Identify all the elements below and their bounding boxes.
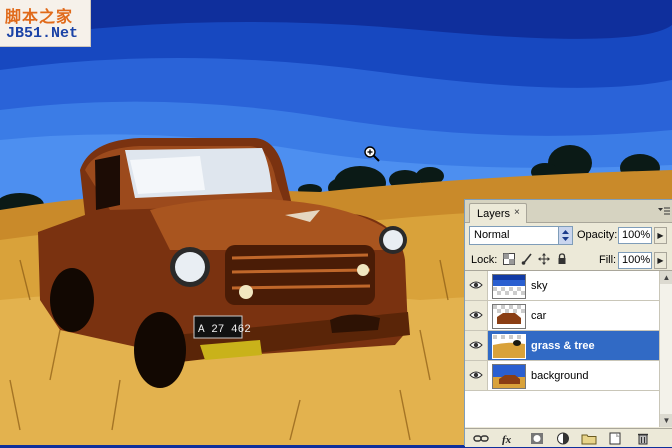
opacity-input[interactable]: 100% [618,227,652,244]
visibility-toggle[interactable] [465,271,488,300]
opacity-label: Opacity: [577,229,618,241]
layer-thumbnail-grass-tree [492,334,526,359]
visibility-toggle[interactable] [465,301,488,330]
svg-text:fx: fx [502,434,512,445]
zoom-cursor-icon [364,146,380,162]
adjustment-layer-icon[interactable] [555,432,571,445]
trash-delete-layer-icon[interactable] [635,432,651,445]
layer-thumbnail-background [492,364,526,389]
watermark-chinese-text: 脚本之家 [5,7,74,26]
eye-icon [469,311,483,319]
layer-row-car[interactable]: car [465,301,659,331]
visibility-toggle[interactable] [465,331,488,360]
lock-position-move-icon[interactable] [538,253,550,265]
layer-row-background[interactable]: background [465,361,659,391]
layers-panel: Layers × Normal Opacity: 100% ▶ Lock: Fi… [464,199,672,447]
lock-label: Lock: [471,254,498,266]
layer-style-fx-icon[interactable]: fx [501,432,517,446]
blend-mode-dropdown-icon[interactable] [558,227,572,244]
layers-bottom-toolbar: fx [465,428,672,447]
svg-text:A 27 462: A 27 462 [198,324,251,336]
layer-name: car [531,310,547,322]
blend-mode-value: Normal [474,229,510,241]
panel-tab-bar: Layers × [465,200,672,223]
lock-image-pixels-brush-icon[interactable] [521,253,533,265]
lock-all-padlock-icon[interactable] [556,253,568,265]
blend-mode-select[interactable]: Normal [469,226,573,245]
lock-transparency-icon[interactable] [503,253,515,265]
tab-close-icon[interactable]: × [514,207,520,218]
layer-name: sky [531,280,548,292]
scroll-down-arrow-icon[interactable]: ▼ [660,414,672,427]
watermark-site-text: JB51.Net [6,25,79,42]
eye-icon [469,371,483,379]
fill-input[interactable]: 100% [618,252,652,269]
layers-scrollbar[interactable]: ▲ ▼ [659,271,672,427]
site-watermark: 脚本之家 JB51.Net [0,0,91,47]
fill-slider-arrow-icon[interactable]: ▶ [654,252,667,269]
panel-menu-icon[interactable] [657,206,671,218]
layer-row-grass-tree[interactable]: grass & tree [465,331,659,361]
layer-row-sky[interactable]: sky [465,271,659,301]
opacity-slider-arrow-icon[interactable]: ▶ [654,227,667,244]
eye-icon [469,341,483,349]
layer-name: grass & tree [531,340,595,352]
layer-name: background [531,370,589,382]
link-layers-icon[interactable] [473,432,489,445]
layer-list: sky car grass & tree background [465,271,659,427]
new-layer-icon[interactable] [607,432,623,445]
blend-opacity-row: Normal Opacity: 100% ▶ [465,223,672,249]
scroll-up-arrow-icon[interactable]: ▲ [660,271,672,284]
new-group-folder-icon[interactable] [581,432,597,445]
layer-thumbnail-sky [492,274,526,299]
tab-layers-label: Layers [477,208,511,220]
fill-value: 100% [622,254,651,266]
eye-icon [469,281,483,289]
visibility-toggle[interactable] [465,361,488,390]
layer-thumbnail-car [492,304,526,329]
fill-label: Fill: [599,254,617,266]
add-layer-mask-icon[interactable] [529,432,545,445]
lock-fill-row: Lock: Fill: 100% ▶ [465,250,672,271]
tab-layers[interactable]: Layers × [469,203,527,223]
opacity-value: 100% [622,229,651,241]
